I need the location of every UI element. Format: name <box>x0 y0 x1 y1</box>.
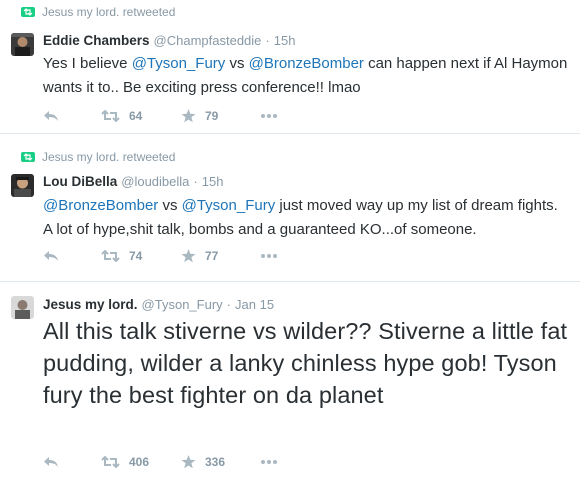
retweet-count: 64 <box>129 109 143 123</box>
text-segment: vs <box>158 197 182 214</box>
more-button[interactable] <box>261 460 277 464</box>
retweet-button[interactable]: 406 <box>101 455 181 469</box>
tweet-text: All this talk stiverne vs wilder?? Stive… <box>43 318 568 408</box>
more-dots-icon <box>261 254 277 258</box>
separator-dot: · <box>226 297 232 312</box>
avatar[interactable] <box>11 296 34 319</box>
user-handle[interactable]: @Tyson_Fury <box>142 297 223 312</box>
separator-dot: · <box>265 33 270 48</box>
retweet-count: 74 <box>129 249 143 263</box>
retweeted-by-label: Jesus my lord. retweeted <box>42 150 176 164</box>
retweet-button[interactable]: 64 <box>101 109 181 123</box>
reply-button[interactable] <box>43 250 101 262</box>
text-segment: Yes I believe <box>43 55 132 72</box>
favorite-count: 77 <box>205 249 219 263</box>
tweet-text: @BronzeBomber vs @Tyson_Fury just moved … <box>43 194 570 242</box>
star-icon <box>181 249 196 263</box>
tweet-header: Jesus my lord. @Tyson_Fury · Jan 15 <box>43 297 274 312</box>
user-handle[interactable]: @Champfasteddie <box>154 33 262 48</box>
reply-icon <box>44 457 58 467</box>
tweet[interactable]: Jesus my lord. retweeted Eddie Chambers … <box>0 0 580 134</box>
avatar[interactable] <box>11 174 34 197</box>
display-name[interactable]: Jesus my lord. <box>43 297 138 312</box>
display-name[interactable]: Eddie Chambers <box>43 33 150 48</box>
display-name[interactable]: Lou DiBella <box>43 174 117 189</box>
star-icon <box>181 109 196 123</box>
tweet-actions: 74 77 <box>43 248 277 264</box>
more-dots-icon <box>261 460 277 464</box>
retweet-icon <box>101 250 120 262</box>
reply-button[interactable] <box>43 456 101 468</box>
retweet-badge-icon <box>21 152 35 162</box>
favorite-button[interactable]: 79 <box>181 109 261 123</box>
tweet[interactable]: Jesus my lord. @Tyson_Fury · Jan 15 All … <box>0 282 580 486</box>
tweet-header: Eddie Chambers @Champfasteddie · 15h <box>43 33 295 48</box>
retweet-button[interactable]: 74 <box>101 249 181 263</box>
timestamp[interactable]: Jan 15 <box>235 297 274 312</box>
favorite-count: 336 <box>205 455 226 469</box>
tweet-actions: 406 336 <box>43 454 277 470</box>
retweet-badge-icon <box>21 7 35 17</box>
separator-dot: · <box>193 174 198 189</box>
more-dots-icon <box>261 114 277 118</box>
mention-link[interactable]: @Tyson_Fury <box>132 55 226 72</box>
reply-icon <box>44 111 58 121</box>
reply-button[interactable] <box>43 110 101 122</box>
retweet-icon <box>101 456 120 468</box>
tweet[interactable]: Jesus my lord. retweeted Lou DiBella @lo… <box>0 134 580 282</box>
favorite-count: 79 <box>205 109 219 123</box>
retweeted-by-label: Jesus my lord. retweeted <box>42 5 176 19</box>
favorite-button[interactable]: 77 <box>181 249 261 263</box>
timestamp[interactable]: 15h <box>274 33 296 48</box>
star-icon <box>181 455 196 469</box>
tweet-text: Yes I believe @Tyson_Fury vs @BronzeBomb… <box>43 52 570 100</box>
reply-icon <box>44 251 58 261</box>
tweet-actions: 64 79 <box>43 108 277 124</box>
mention-link[interactable]: @BronzeBomber <box>249 55 364 72</box>
user-handle[interactable]: @loudibella <box>121 174 189 189</box>
timestamp[interactable]: 15h <box>202 174 224 189</box>
retweet-context: Jesus my lord. retweeted <box>21 5 175 19</box>
more-button[interactable] <box>261 254 277 258</box>
more-button[interactable] <box>261 114 277 118</box>
text-segment: vs <box>225 55 249 72</box>
favorite-button[interactable]: 336 <box>181 455 261 469</box>
retweet-count: 406 <box>129 455 150 469</box>
mention-link[interactable]: @BronzeBomber <box>43 197 158 214</box>
mention-link[interactable]: @Tyson_Fury <box>182 197 276 214</box>
retweet-context: Jesus my lord. retweeted <box>21 150 175 164</box>
retweet-icon <box>101 110 120 122</box>
tweet-header: Lou DiBella @loudibella · 15h <box>43 174 223 189</box>
avatar[interactable] <box>11 33 34 56</box>
